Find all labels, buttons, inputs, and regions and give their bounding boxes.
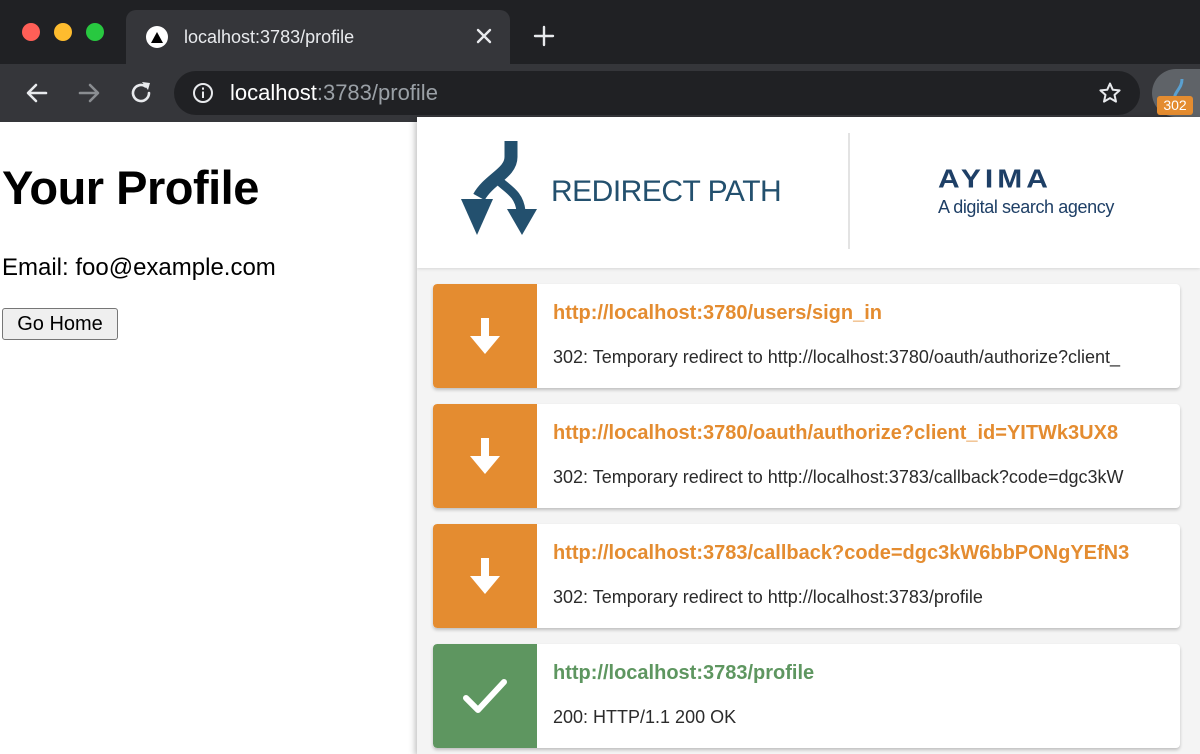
- redirect-path-title: REDIRECT PATH: [551, 175, 782, 208]
- redirect-hop[interactable]: http://localhost:3780/oauth/authorize?cl…: [433, 404, 1180, 508]
- arrow-down-icon: [470, 318, 500, 354]
- address-bar[interactable]: localhost:3783/profile: [174, 71, 1140, 115]
- extension-status-badge: 302: [1157, 96, 1193, 115]
- browser-tab-active[interactable]: localhost:3783/profile: [126, 10, 510, 64]
- redirect-hop[interactable]: http://localhost:3780/users/sign_in 302:…: [433, 284, 1180, 388]
- redirect-hop[interactable]: http://localhost:3783/callback?code=dgc3…: [433, 524, 1180, 628]
- bookmark-star-icon[interactable]: [1098, 81, 1122, 105]
- arrow-down-icon: [470, 438, 500, 474]
- info-icon[interactable]: [192, 82, 214, 104]
- hop-status-redirect: [433, 524, 537, 628]
- go-home-button[interactable]: Go Home: [2, 308, 118, 340]
- checkmark-icon: [463, 679, 507, 713]
- back-arrow-icon[interactable]: [24, 80, 50, 106]
- ayima-tagline: A digital search agency: [938, 197, 1114, 217]
- reload-icon[interactable]: [128, 80, 154, 106]
- hop-status-detail: 302: Temporary redirect to http://localh…: [553, 347, 1121, 367]
- redirect-hop-final[interactable]: http://localhost:3783/profile 200: HTTP/…: [433, 644, 1180, 748]
- hop-status-redirect: [433, 404, 537, 508]
- hop-status-redirect: [433, 284, 537, 388]
- hop-status-detail: 302: Temporary redirect to http://localh…: [553, 587, 983, 607]
- browser-tab-strip: localhost:3783/profile: [0, 0, 1200, 64]
- address-bar-url: localhost:3783/profile: [230, 81, 438, 105]
- window-close-button[interactable]: [22, 23, 40, 41]
- header-divider: [848, 133, 850, 249]
- plus-icon[interactable]: [532, 24, 556, 48]
- ayima-logo[interactable]: AYIMA: [938, 167, 1052, 193]
- page-content: Your Profile Email: foo@example.com Go H…: [0, 122, 418, 754]
- hop-status-detail: 200: HTTP/1.1 200 OK: [553, 707, 737, 727]
- close-icon[interactable]: [472, 24, 496, 48]
- hop-url[interactable]: http://localhost:3783/callback?code=dgc3…: [553, 540, 1165, 566]
- redirect-path-logo-icon: [461, 141, 537, 235]
- triangle-favicon-icon: [146, 26, 168, 48]
- hop-url[interactable]: http://localhost:3780/users/sign_in: [553, 300, 1165, 326]
- hop-url[interactable]: http://localhost:3780/oauth/authorize?cl…: [553, 420, 1165, 446]
- page-title: Your Profile: [2, 161, 259, 214]
- url-path: :3783/profile: [316, 80, 438, 105]
- url-host: localhost: [230, 80, 317, 105]
- arrow-down-icon: [470, 558, 500, 594]
- hop-status-detail: 302: Temporary redirect to http://localh…: [553, 467, 1124, 487]
- hop-status-success: [433, 644, 537, 748]
- forward-arrow-icon[interactable]: [76, 80, 102, 106]
- tab-title: localhost:3783/profile: [184, 27, 355, 47]
- redirect-path-popup: REDIRECT PATH AYIMA A digital search age…: [417, 117, 1200, 754]
- window-zoom-button[interactable]: [86, 23, 104, 41]
- email-text: Email: foo@example.com: [2, 254, 276, 281]
- window-minimize-button[interactable]: [54, 23, 72, 41]
- popup-header: REDIRECT PATH AYIMA A digital search age…: [417, 117, 1200, 268]
- browser-toolbar: localhost:3783/profile 302: [0, 64, 1200, 122]
- hop-url[interactable]: http://localhost:3783/profile: [553, 660, 1165, 686]
